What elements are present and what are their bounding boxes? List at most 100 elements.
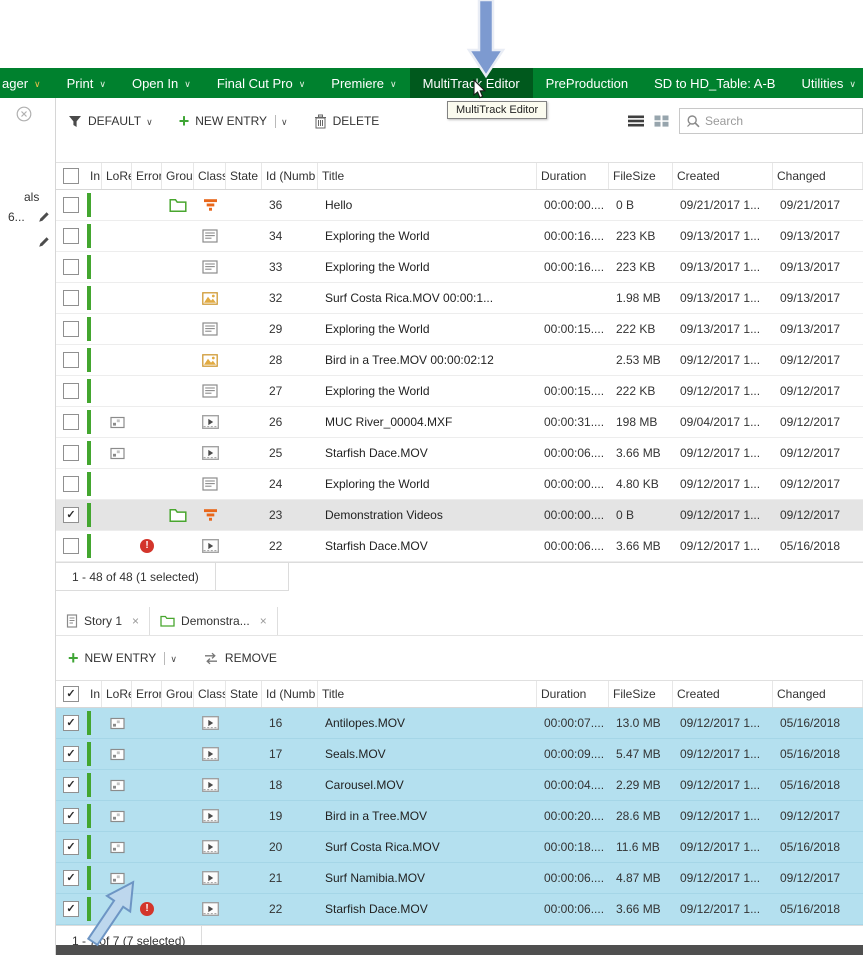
checkbox[interactable]: ✓ (63, 777, 79, 793)
column-header-filesize[interactable]: FileSize (609, 681, 673, 707)
column-header-error[interactable]: Error (132, 163, 162, 189)
table-row[interactable]: 25Starfish Dace.MOV00:00:06....3.66 MB09… (56, 438, 863, 469)
checkbox[interactable]: ✓ (63, 839, 79, 855)
new-entry-button[interactable]: + NEW ENTRY ∨ (179, 114, 288, 128)
filesize-cell: 198 MB (609, 415, 673, 429)
table-row[interactable]: ✓19Bird in a Tree.MOV00:00:20....28.6 MB… (56, 801, 863, 832)
checkbox[interactable] (63, 414, 79, 430)
column-header-in[interactable]: In (86, 163, 102, 189)
table-row[interactable]: 24Exploring the World00:00:00....4.80 KB… (56, 469, 863, 500)
checkbox[interactable] (63, 538, 79, 554)
checkbox[interactable] (63, 321, 79, 337)
table-row[interactable]: ✓21Surf Namibia.MOV00:00:06....4.87 MB09… (56, 863, 863, 894)
menu-item-preproduction[interactable]: PreProduction (533, 68, 641, 98)
checkbox[interactable] (63, 168, 79, 184)
menu-item-ager[interactable]: ager∨ (0, 68, 54, 98)
column-header-error[interactable]: Error (132, 681, 162, 707)
column-header-grou[interactable]: Grou (162, 163, 194, 189)
duration-cell: 00:00:20.... (537, 809, 609, 823)
class-cell (194, 809, 226, 823)
duration-cell: 00:00:06.... (537, 871, 609, 885)
tab-story-1[interactable]: Story 1 × (56, 607, 150, 635)
table-row[interactable]: !22Starfish Dace.MOV00:00:06....3.66 MB0… (56, 531, 863, 562)
class-cell (194, 354, 226, 367)
column-header-changed[interactable]: Changed (773, 163, 863, 189)
changed-cell: 09/12/2017 (773, 415, 863, 429)
column-header-duration[interactable]: Duration (537, 163, 609, 189)
grid-view-button[interactable] (654, 115, 669, 127)
column-header-duration[interactable]: Duration (537, 681, 609, 707)
table-row[interactable]: ✓18Carousel.MOV00:00:04....2.29 MB09/12/… (56, 770, 863, 801)
default-filter-button[interactable]: DEFAULT ∨ (68, 114, 153, 128)
checkbox[interactable]: ✓ (63, 507, 79, 523)
new-entry-button[interactable]: + NEW ENTRY ∨ (68, 651, 177, 665)
column-header-class[interactable]: Class (194, 681, 226, 707)
tab-close-icon[interactable]: × (132, 614, 139, 628)
story-document-icon (202, 229, 218, 243)
menu-item-premiere[interactable]: Premiere∨ (318, 68, 409, 98)
column-header-title[interactable]: Title (318, 163, 537, 189)
search-input[interactable] (701, 114, 862, 128)
table-row[interactable]: ✓17Seals.MOV00:00:09....5.47 MB09/12/201… (56, 739, 863, 770)
column-header-in[interactable]: In (86, 681, 102, 707)
table-row[interactable]: 28Bird in a Tree.MOV 00:00:02:122.53 MB0… (56, 345, 863, 376)
menu-item-print[interactable]: Print∨ (54, 68, 119, 98)
column-header-title[interactable]: Title (318, 681, 537, 707)
table-row[interactable]: 34Exploring the World00:00:16....223 KB0… (56, 221, 863, 252)
remove-button[interactable]: REMOVE (203, 651, 277, 665)
title-cell: Exploring the World (318, 477, 537, 491)
column-header-lore[interactable]: LoRe (102, 681, 132, 707)
column-header-state[interactable]: State (226, 681, 262, 707)
column-header-state[interactable]: State (226, 163, 262, 189)
table-row[interactable]: 36Hello00:00:00....0 B09/21/2017 1...09/… (56, 190, 863, 221)
changed-cell: 05/16/2018 (773, 716, 863, 730)
checkbox[interactable]: ✓ (63, 746, 79, 762)
online-indicator-bar (87, 742, 91, 766)
column-header-lore[interactable]: LoRe (102, 163, 132, 189)
column-header-id-numb[interactable]: Id (Numb (262, 163, 318, 189)
list-view-button[interactable] (628, 115, 644, 127)
table-row[interactable]: ✓20Surf Costa Rica.MOV00:00:18....11.6 M… (56, 832, 863, 863)
table-row[interactable]: ✓16Antilopes.MOV00:00:07....13.0 MB09/12… (56, 708, 863, 739)
checkbox[interactable] (63, 197, 79, 213)
close-panel-icon[interactable] (16, 106, 32, 127)
tree-item-partial[interactable]: als (24, 190, 39, 204)
tab-demonstration[interactable]: Demonstra... × (150, 607, 278, 635)
checkbox[interactable] (63, 290, 79, 306)
checkbox[interactable]: ✓ (63, 715, 79, 731)
checkbox[interactable]: ✓ (63, 808, 79, 824)
delete-button[interactable]: DELETE (314, 114, 380, 129)
column-header-filesize[interactable]: FileSize (609, 163, 673, 189)
table-row[interactable]: ✓!22Starfish Dace.MOV00:00:06....3.66 MB… (56, 894, 863, 925)
menu-item-open-in[interactable]: Open In∨ (119, 68, 204, 98)
title-cell: Bird in a Tree.MOV 00:00:02:12 (318, 353, 537, 367)
menu-item-final-cut-pro[interactable]: Final Cut Pro∨ (204, 68, 318, 98)
table-row[interactable]: ✓23Demonstration Videos00:00:00....0 B09… (56, 500, 863, 531)
checkbox[interactable] (63, 352, 79, 368)
checkbox[interactable] (63, 228, 79, 244)
checkbox[interactable]: ✓ (63, 901, 79, 917)
table-row[interactable]: 29Exploring the World00:00:15....222 KB0… (56, 314, 863, 345)
table-row[interactable]: 32Surf Costa Rica.MOV 00:00:1...1.98 MB0… (56, 283, 863, 314)
filesize-cell: 3.66 MB (609, 446, 673, 460)
column-header-class[interactable]: Class (194, 163, 226, 189)
menu-item-utilities[interactable]: Utilities∨ (788, 68, 863, 98)
checkbox[interactable] (63, 476, 79, 492)
table-row[interactable]: 33Exploring the World00:00:16....223 KB0… (56, 252, 863, 283)
tree-item-partial[interactable]: 6... (8, 210, 25, 224)
column-header-id-numb[interactable]: Id (Numb (262, 681, 318, 707)
checkbox[interactable] (63, 445, 79, 461)
column-header-changed[interactable]: Changed (773, 681, 863, 707)
table-row[interactable]: 27Exploring the World00:00:15....222 KB0… (56, 376, 863, 407)
checkbox[interactable] (63, 383, 79, 399)
checkbox[interactable] (63, 259, 79, 275)
class-cell (194, 716, 226, 730)
table-row[interactable]: 26MUC River_00004.MXF00:00:31....198 MB0… (56, 407, 863, 438)
column-header-created[interactable]: Created (673, 681, 773, 707)
checkbox[interactable]: ✓ (63, 686, 79, 702)
column-header-created[interactable]: Created (673, 163, 773, 189)
tab-close-icon[interactable]: × (260, 614, 267, 628)
checkbox[interactable]: ✓ (63, 870, 79, 886)
column-header-grou[interactable]: Grou (162, 681, 194, 707)
menu-item-sd-to-hd-table-a-b[interactable]: SD to HD_Table: A-B (641, 68, 788, 98)
